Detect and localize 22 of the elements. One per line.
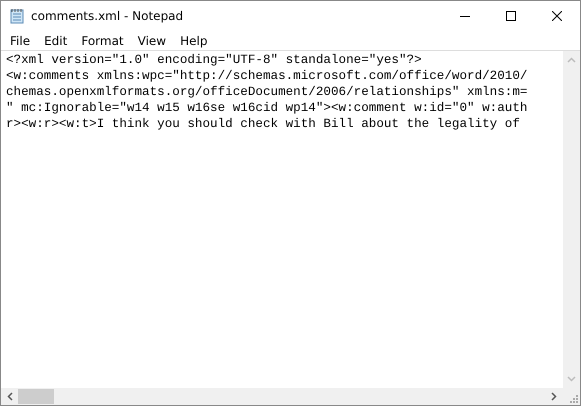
notepad-icon	[9, 8, 25, 24]
scroll-right-icon[interactable]	[551, 392, 557, 401]
text-line: <w:comments xmlns:wpc="http://schemas.microsoft.com/office/word/2010/	[6, 68, 528, 84]
text-line: r><w:r><w:t>I think you should check with Bill about the legality of	[6, 116, 520, 132]
scroll-up-icon[interactable]	[567, 57, 576, 63]
text-line: <?xml version="1.0" encoding="UTF-8" standalone="yes"?>	[6, 52, 422, 68]
vertical-scrollbar[interactable]	[563, 51, 580, 388]
menu-item[interactable]: Edit	[37, 34, 74, 48]
menu-item[interactable]: File	[3, 34, 38, 48]
close-icon	[552, 11, 562, 21]
scroll-thumb[interactable]	[18, 389, 54, 404]
text-line: " mc:Ignorable="w14 w15 w16se w16cid wp14"><w:comment w:id="0" w:auth	[6, 100, 528, 116]
scroll-left-icon[interactable]	[7, 392, 13, 401]
resize-grip-icon[interactable]	[570, 395, 578, 403]
menu-item[interactable]: Help	[173, 34, 214, 48]
menu-item[interactable]: View	[130, 34, 174, 48]
maximize-icon	[506, 11, 516, 21]
scroll-down-icon[interactable]	[567, 376, 576, 382]
menu-item[interactable]: Format	[74, 34, 131, 48]
horizontal-scrollbar[interactable]	[1, 388, 563, 405]
window-title: comments.xml - Notepad	[31, 9, 184, 23]
text-line: chemas.openxmlformats.org/officeDocument/2006/relationships" xmlns:m=	[6, 84, 528, 100]
